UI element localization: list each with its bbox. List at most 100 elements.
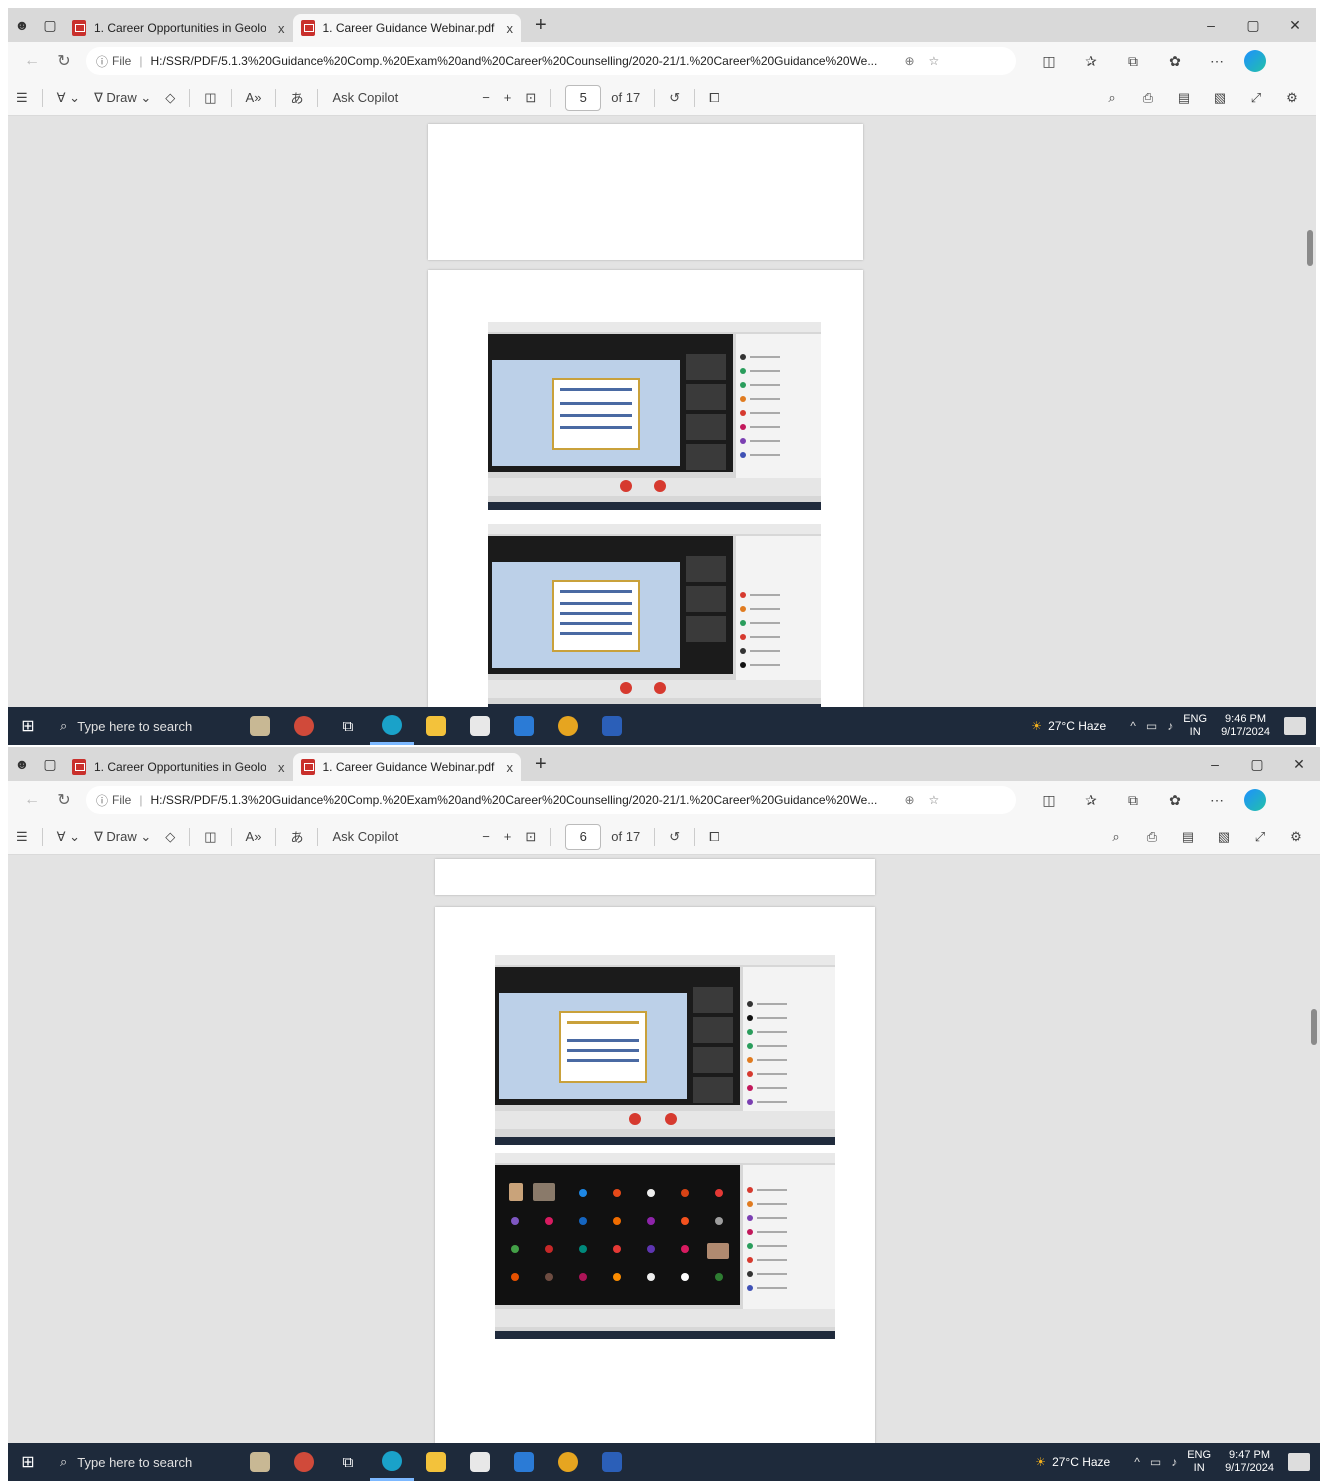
fullscreen-icon[interactable]: ⤢ — [1238, 90, 1274, 106]
refresh-icon[interactable]: ↻ — [48, 51, 80, 71]
file-explorer-icon[interactable] — [414, 1443, 458, 1481]
view-icon[interactable]: ◫ — [204, 90, 216, 106]
pinned-app-icon[interactable] — [282, 1443, 326, 1481]
address-bar[interactable]: ⓘ File | H:/SSR/PDF/5.1.3%20Guidance%20C… — [86, 47, 1016, 75]
mail-icon[interactable] — [502, 707, 546, 745]
weather-widget[interactable]: ☀ 27°C Haze — [1035, 1455, 1110, 1469]
taskbar-search[interactable]: ⌕ Type here to search — [48, 1443, 238, 1481]
url-text[interactable]: H:/SSR/PDF/5.1.3%20Guidance%20Comp.%20Ex… — [150, 54, 890, 68]
search-icon[interactable]: ⌕ — [1094, 90, 1130, 106]
windows-start-icon[interactable]: ⊞ — [8, 1452, 48, 1472]
tab-actions-icon[interactable]: ▢ — [36, 747, 64, 781]
print-icon[interactable]: ⎙ — [1134, 829, 1170, 845]
new-tab-button[interactable]: + — [535, 753, 547, 776]
word-icon[interactable] — [590, 1443, 634, 1481]
more-icon[interactable]: ⋯ — [1196, 53, 1238, 70]
zoom-out-button[interactable]: − — [482, 829, 490, 844]
language-indicator[interactable]: ENG IN — [1183, 713, 1207, 739]
fullscreen-icon[interactable]: ⤢ — [1242, 829, 1278, 845]
volume-icon[interactable]: ♪ — [1171, 1455, 1177, 1469]
zoom-in-button[interactable]: + — [504, 90, 512, 105]
page-number-input[interactable]: 6 — [565, 823, 602, 850]
tab-career-opportunities[interactable]: 1. Career Opportunities in Geolo x — [64, 753, 293, 781]
language-indicator[interactable]: ENG IN — [1187, 1449, 1211, 1475]
minimize-button[interactable]: – — [1194, 756, 1236, 773]
windows-start-icon[interactable]: ⊞ — [8, 716, 48, 736]
fit-page-icon[interactable]: ⊡ — [525, 90, 536, 106]
notifications-icon[interactable] — [1288, 1453, 1310, 1471]
extensions-icon[interactable]: ✿ — [1154, 53, 1196, 70]
maximize-button[interactable]: ▢ — [1232, 17, 1274, 34]
read-aloud-icon[interactable]: A» — [246, 829, 262, 844]
chrome-icon[interactable] — [546, 707, 590, 745]
weather-widget[interactable]: ☀ 27°C Haze — [1031, 719, 1106, 733]
split-screen-icon[interactable]: ◫ — [1028, 53, 1070, 70]
chrome-icon[interactable] — [546, 1443, 590, 1481]
view-icon[interactable]: ◫ — [204, 829, 216, 845]
favorites-icon[interactable]: ✰ — [1070, 53, 1112, 70]
maximize-button[interactable]: ▢ — [1236, 756, 1278, 773]
vertical-scrollbar[interactable] — [1310, 859, 1318, 1439]
ask-copilot-button[interactable]: Ask Copilot — [332, 829, 398, 844]
pdf-viewer[interactable] — [8, 116, 1316, 720]
close-tab-icon[interactable]: x — [507, 760, 514, 775]
show-hidden-icons[interactable]: ^ — [1130, 719, 1136, 733]
print-icon[interactable]: ⎙ — [1130, 90, 1166, 106]
info-icon[interactable]: ⓘ — [96, 53, 108, 70]
erase-icon[interactable]: ◇ — [165, 90, 175, 106]
close-tab-icon[interactable]: x — [278, 21, 285, 36]
pdf-viewer[interactable] — [8, 855, 1320, 1447]
copilot-icon[interactable] — [1244, 789, 1266, 811]
clock[interactable]: 9:47 PM 9/17/2024 — [1225, 1449, 1274, 1475]
refresh-icon[interactable]: ↻ — [48, 790, 80, 810]
info-icon[interactable]: ⓘ — [96, 792, 108, 809]
zoom-icon[interactable]: ⊕ — [904, 54, 914, 68]
show-hidden-icons[interactable]: ^ — [1134, 1455, 1140, 1469]
task-view-icon[interactable]: ⧉ — [326, 707, 370, 745]
close-tab-icon[interactable]: x — [278, 760, 285, 775]
taskbar-search[interactable]: ⌕ Type here to search — [48, 707, 238, 745]
tab-career-guidance-webinar[interactable]: 1. Career Guidance Webinar.pdf x — [292, 14, 521, 42]
network-icon[interactable]: ▭ — [1146, 719, 1157, 733]
word-icon[interactable] — [590, 707, 634, 745]
close-window-button[interactable]: ✕ — [1278, 756, 1320, 773]
search-icon[interactable]: ⌕ — [1098, 829, 1134, 845]
rotate-icon[interactable]: ↺ — [669, 90, 680, 106]
contents-icon[interactable]: ☰ — [16, 90, 28, 106]
settings-icon[interactable]: ⚙ — [1274, 90, 1310, 106]
read-aloud-icon[interactable]: A» — [246, 90, 262, 105]
back-icon[interactable]: ← — [16, 52, 48, 70]
vertical-scrollbar[interactable] — [1306, 120, 1314, 703]
favorite-star-icon[interactable]: ☆ — [929, 793, 940, 807]
minimize-button[interactable]: – — [1190, 17, 1232, 34]
tab-actions-icon[interactable]: ▢ — [36, 8, 64, 42]
draw-button[interactable]: ∇ Draw ⌄ — [94, 90, 151, 106]
notifications-icon[interactable] — [1284, 717, 1306, 735]
translate-icon[interactable]: あ — [290, 827, 303, 846]
favorites-icon[interactable]: ✰ — [1070, 792, 1112, 809]
two-page-icon[interactable]: ⧠ — [709, 829, 719, 845]
rotate-icon[interactable]: ↺ — [669, 829, 680, 845]
favorite-star-icon[interactable]: ☆ — [929, 54, 940, 68]
collections-icon[interactable]: ⧉ — [1112, 53, 1154, 70]
close-tab-icon[interactable]: x — [507, 21, 514, 36]
save-icon[interactable]: ▤ — [1166, 90, 1202, 106]
highlight-icon[interactable]: ∀ ⌄ — [57, 829, 80, 845]
save-as-icon[interactable]: ▧ — [1202, 90, 1238, 106]
clock[interactable]: 9:46 PM 9/17/2024 — [1221, 713, 1270, 739]
zoom-out-button[interactable]: − — [482, 90, 490, 105]
tab-career-opportunities[interactable]: 1. Career Opportunities in Geolo x — [64, 14, 293, 42]
erase-icon[interactable]: ◇ — [165, 829, 175, 845]
collections-icon[interactable]: ⧉ — [1112, 792, 1154, 809]
split-screen-icon[interactable]: ◫ — [1028, 792, 1070, 809]
settings-icon[interactable]: ⚙ — [1278, 829, 1314, 845]
save-icon[interactable]: ▤ — [1170, 829, 1206, 845]
extensions-icon[interactable]: ✿ — [1154, 792, 1196, 809]
scrollbar-thumb[interactable] — [1311, 1009, 1317, 1045]
close-window-button[interactable]: ✕ — [1274, 17, 1316, 34]
save-as-icon[interactable]: ▧ — [1206, 829, 1242, 845]
scrollbar-thumb[interactable] — [1307, 230, 1313, 266]
highlight-icon[interactable]: ∀ ⌄ — [57, 90, 80, 106]
file-explorer-icon[interactable] — [414, 707, 458, 745]
store-icon[interactable] — [458, 1443, 502, 1481]
